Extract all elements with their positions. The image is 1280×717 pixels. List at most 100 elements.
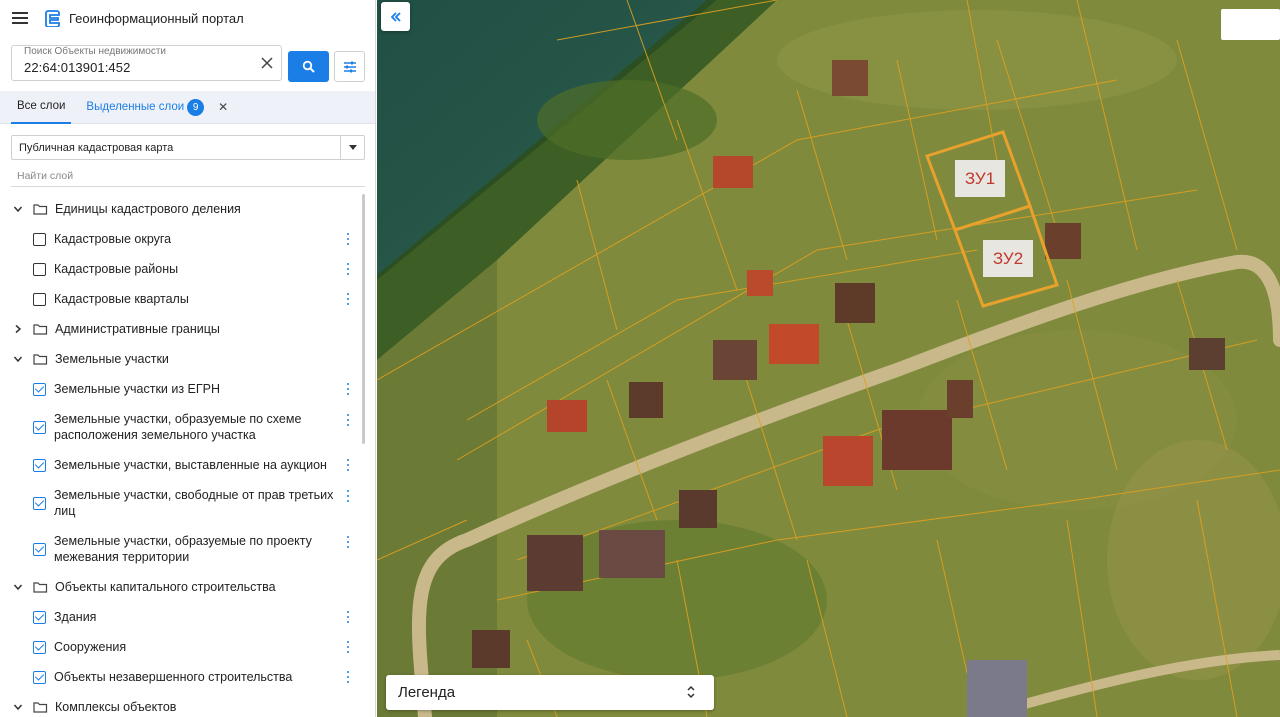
more-options-icon[interactable] xyxy=(346,536,350,548)
tree-group[interactable]: Единицы кадастрового деления xyxy=(0,194,362,224)
folder-icon xyxy=(33,323,48,335)
app-title: Геоинформационный портал xyxy=(69,10,244,26)
tree-item[interactable]: Сооружения xyxy=(0,632,362,662)
tree-group-label: Административные границы xyxy=(55,322,220,336)
checkbox-checked[interactable] xyxy=(33,382,46,396)
folder-icon xyxy=(33,701,48,713)
legend-panel[interactable]: Легенда xyxy=(386,675,714,710)
folder-icon xyxy=(33,203,48,215)
tree-item-label: Кадастровые кварталы xyxy=(54,292,189,306)
logo-icon xyxy=(45,10,60,27)
basemap-select[interactable]: Публичная кадастровая карта xyxy=(11,135,365,160)
tree-item[interactable]: Объекты незавершенного строительства xyxy=(0,662,362,692)
expand-collapse-icon[interactable] xyxy=(686,685,696,699)
chevron-down-icon[interactable] xyxy=(12,353,24,365)
tree-group[interactable]: Земельные участки xyxy=(0,344,362,374)
checkbox-checked[interactable] xyxy=(33,670,46,684)
tree-group[interactable]: Комплексы объектов xyxy=(0,692,362,717)
checkbox-checked[interactable] xyxy=(33,542,46,556)
checkbox-unchecked[interactable] xyxy=(33,262,46,276)
checkbox-unchecked[interactable] xyxy=(33,292,46,306)
chevron-right-icon[interactable] xyxy=(12,323,24,335)
tree-item-label: Земельные участки из ЕГРН xyxy=(54,382,221,396)
tree-item[interactable]: Кадастровые районы xyxy=(0,254,362,284)
layer-tree: Единицы кадастрового деления Кадастровые … xyxy=(0,194,362,717)
checkbox-checked[interactable] xyxy=(33,640,46,654)
clear-selected-icon[interactable]: ✕ xyxy=(218,100,228,114)
tree-group-label: Единицы кадастрового деления xyxy=(55,202,241,216)
double-chevron-left-icon xyxy=(390,11,401,22)
search-icon xyxy=(302,60,315,73)
search-value[interactable]: 22:64:013901:452 xyxy=(24,60,130,75)
parcel-label-zu2[interactable]: ЗУ2 xyxy=(983,240,1033,277)
chevron-down-icon[interactable] xyxy=(12,203,24,215)
parcel-label-zu1[interactable]: ЗУ1 xyxy=(955,160,1005,197)
tree-item-label: Здания xyxy=(54,610,97,624)
checkbox-checked[interactable] xyxy=(33,420,46,434)
sliders-icon xyxy=(343,61,356,72)
filter-button[interactable] xyxy=(334,51,365,82)
tree-group-label: Комплексы объектов xyxy=(55,700,177,714)
tree-group-label: Объекты капитального строительства xyxy=(55,580,276,594)
more-options-icon[interactable] xyxy=(346,611,350,623)
tree-item-label: Земельные участки, образуемые по проекту… xyxy=(54,534,312,564)
tab-selected-layers[interactable]: Выделенные слои 9 xyxy=(80,91,210,124)
more-options-icon[interactable] xyxy=(346,671,350,683)
tree-group[interactable]: Объекты капитального строительства xyxy=(0,572,362,602)
tree-group-label: Земельные участки xyxy=(55,352,169,366)
checkbox-checked[interactable] xyxy=(33,610,46,624)
menu-icon[interactable] xyxy=(12,12,28,24)
scrollbar[interactable] xyxy=(362,194,365,444)
tree-item-label: Сооружения xyxy=(54,640,127,654)
close-icon[interactable] xyxy=(259,55,275,71)
tree-item[interactable]: Земельные участки из ЕГРН xyxy=(0,374,362,404)
satellite-imagery xyxy=(377,0,1280,717)
tree-item[interactable]: Земельные участки, выставленные на аукци… xyxy=(0,450,362,480)
tree-item[interactable]: Земельные участки, образуемые по проекту… xyxy=(0,526,362,572)
map-control-panel[interactable] xyxy=(1221,9,1280,40)
chevron-down-icon[interactable] xyxy=(12,701,24,713)
legend-label: Легенда xyxy=(398,684,456,701)
layer-tabs: Все слои Выделенные слои 9 ✕ xyxy=(0,91,375,124)
sidebar: Геоинформационный портал Поиск Объекты н… xyxy=(0,0,376,717)
tree-item[interactable]: Земельные участки, свободные от прав тре… xyxy=(0,480,362,526)
tree-item-label: Земельные участки, образуемые по схеме р… xyxy=(54,412,302,442)
map-view[interactable]: ЗУ1 ЗУ2 xyxy=(377,0,1280,717)
tree-item-label: Объекты незавершенного строительства xyxy=(54,670,293,684)
tab-selected-label: Выделенные слои xyxy=(86,101,185,113)
more-options-icon[interactable] xyxy=(346,293,350,305)
search-row: Поиск Объекты недвижимости 22:64:013901:… xyxy=(11,45,365,82)
checkbox-checked[interactable] xyxy=(33,458,46,472)
tree-item-label: Кадастровые округа xyxy=(54,232,172,246)
tree-item-label: Кадастровые районы xyxy=(54,262,179,276)
checkbox-checked[interactable] xyxy=(33,496,46,510)
tree-item[interactable]: Кадастровые округа xyxy=(0,224,362,254)
chevron-down-icon[interactable] xyxy=(340,136,364,159)
more-options-icon[interactable] xyxy=(346,414,350,426)
folder-icon xyxy=(33,353,48,365)
tree-item[interactable]: Земельные участки, образуемые по схеме р… xyxy=(0,404,362,450)
chevron-down-icon[interactable] xyxy=(12,581,24,593)
checkbox-unchecked[interactable] xyxy=(33,232,46,246)
search-button[interactable] xyxy=(288,51,329,82)
tree-item-label: Земельные участки, свободные от прав тре… xyxy=(54,488,334,518)
search-label: Поиск Объекты недвижимости xyxy=(23,46,167,57)
tree-item[interactable]: Кадастровые кварталы xyxy=(0,284,362,314)
folder-icon xyxy=(33,581,48,593)
find-layer-input[interactable]: Найти слой xyxy=(11,167,365,187)
collapse-sidebar-button[interactable] xyxy=(381,2,410,31)
more-options-icon[interactable] xyxy=(346,233,350,245)
top-bar: Геоинформационный портал xyxy=(0,0,375,36)
basemap-select-value: Публичная кадастровая карта xyxy=(19,141,174,154)
more-options-icon[interactable] xyxy=(346,459,350,471)
more-options-icon[interactable] xyxy=(346,490,350,502)
more-options-icon[interactable] xyxy=(346,641,350,653)
search-input[interactable]: Поиск Объекты недвижимости 22:64:013901:… xyxy=(11,45,282,81)
tab-all-layers[interactable]: Все слои xyxy=(11,91,72,124)
tree-item[interactable]: Здания xyxy=(0,602,362,632)
more-options-icon[interactable] xyxy=(346,263,350,275)
tree-group[interactable]: Административные границы xyxy=(0,314,362,344)
tree-item-label: Земельные участки, выставленные на аукци… xyxy=(54,458,327,472)
more-options-icon[interactable] xyxy=(346,383,350,395)
selected-count-badge: 9 xyxy=(187,98,205,116)
